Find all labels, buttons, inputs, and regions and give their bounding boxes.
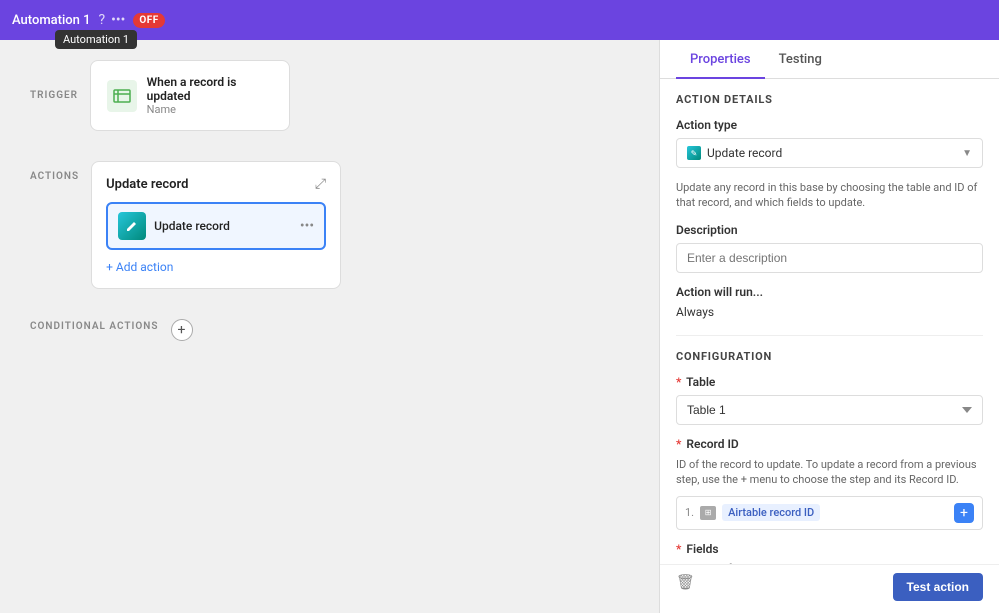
action-will-run: Action will run... Always <box>676 285 983 319</box>
action-type-label: Action type <box>676 118 983 132</box>
table-label: * Table <box>676 375 983 389</box>
action-type-value: Update record <box>707 146 782 160</box>
record-id-label: * Record ID <box>676 437 983 451</box>
test-action-button[interactable]: Test action <box>893 573 983 601</box>
pencil-icon: ✎ <box>687 146 701 160</box>
required-star: * <box>676 375 681 389</box>
trigger-card[interactable]: When a record is updated Name <box>90 60 290 131</box>
action-type-left: ✎ Update record <box>687 146 782 160</box>
chevron-down-icon: ▼ <box>962 148 972 159</box>
trigger-label: TRIGGER <box>30 90 78 101</box>
action-group-header: Update record ⤢ <box>106 176 326 192</box>
pill-num: 1. <box>685 506 694 519</box>
right-panel: Properties Testing ACTION DETAILS Action… <box>659 40 999 613</box>
conditional-label: CONDITIONAL ACTIONS <box>30 321 159 332</box>
top-bar-icons: ? ••• <box>99 12 126 28</box>
main-layout: TRIGGER When a record is updated Name <box>0 40 999 613</box>
action-group: Update record ⤢ Update record ••• + <box>91 161 341 289</box>
trigger-card-title: When a record is updated <box>147 75 273 103</box>
action-will-run-label: Action will run... <box>676 285 983 299</box>
trigger-section: TRIGGER When a record is updated Name <box>30 60 629 131</box>
panel-tabs: Properties Testing <box>660 40 999 79</box>
action-item-name: Update record <box>154 219 292 233</box>
action-item-icon <box>118 212 146 240</box>
required-star-3: * <box>676 542 681 556</box>
table-select[interactable]: Table 1 <box>676 395 983 425</box>
action-item-dots[interactable]: ••• <box>300 218 314 234</box>
bottom-actions: 🗑 Test action <box>660 564 999 613</box>
tooltip-bubble: Automation 1 <box>55 30 137 49</box>
help-icon[interactable]: ? <box>99 12 106 28</box>
section-configuration: CONFIGURATION <box>676 350 983 363</box>
add-action-button[interactable]: + Add action <box>106 258 326 276</box>
trigger-label-col: TRIGGER <box>30 60 78 109</box>
trigger-card-icon <box>107 80 137 112</box>
record-id-pill[interactable]: Airtable record ID <box>722 504 820 521</box>
toggle-switch[interactable]: OFF <box>133 13 164 28</box>
trigger-card-subtitle: Name <box>147 103 273 116</box>
fields-label: * Fields <box>676 542 983 556</box>
action-type-description: Update any record in this base by choosi… <box>676 180 983 211</box>
add-conditional-button[interactable]: + <box>171 319 193 341</box>
table-icon: ⊞ <box>700 506 716 520</box>
action-item[interactable]: Update record ••• <box>106 202 326 250</box>
expand-icon[interactable]: ⤢ <box>315 176 326 192</box>
top-bar: Automation 1 ? ••• OFF Automation 1 <box>0 0 999 40</box>
tab-testing[interactable]: Testing <box>765 40 836 79</box>
action-group-title: Update record <box>106 177 188 192</box>
trash-icon[interactable]: 🗑 <box>676 573 695 591</box>
action-will-run-value: Always <box>676 305 983 319</box>
section-action-details: ACTION DETAILS <box>676 93 983 106</box>
record-id-plus-button[interactable]: + <box>954 503 974 523</box>
conditional-section: CONDITIONAL ACTIONS + <box>30 319 629 341</box>
record-id-pill-row: 1. ⊞ Airtable record ID + <box>676 496 983 530</box>
required-star-2: * <box>676 437 681 451</box>
panel-body: ACTION DETAILS Action type ✎ Update reco… <box>660 79 999 564</box>
trigger-card-text: When a record is updated Name <box>147 75 273 116</box>
automation-title: Automation 1 <box>12 13 91 28</box>
divider <box>676 335 983 336</box>
action-type-dropdown[interactable]: ✎ Update record ▼ <box>676 138 983 168</box>
tab-properties[interactable]: Properties <box>676 40 765 79</box>
canvas: TRIGGER When a record is updated Name <box>0 40 659 613</box>
actions-label-col: ACTIONS <box>30 161 79 190</box>
description-input[interactable] <box>676 243 983 273</box>
actions-label: ACTIONS <box>30 171 79 182</box>
more-icon[interactable]: ••• <box>111 12 125 28</box>
actions-section: ACTIONS Update record ⤢ Update record <box>30 161 629 289</box>
description-label: Description <box>676 223 983 237</box>
record-id-description: ID of the record to update. To update a … <box>676 457 983 488</box>
